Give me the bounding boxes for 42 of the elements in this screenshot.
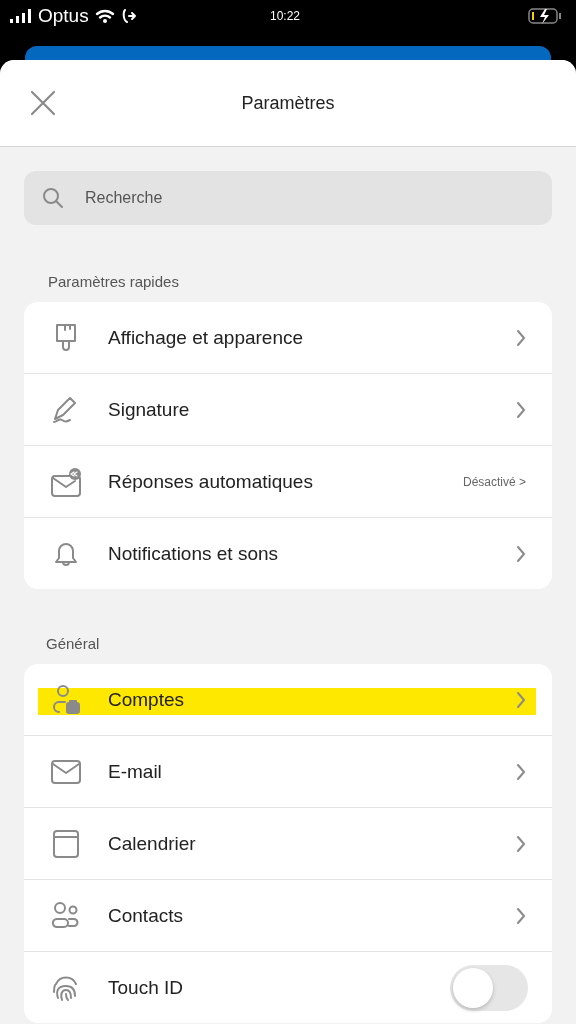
section-header: Paramètres rapides	[47, 272, 180, 292]
chevron-right-icon	[516, 328, 526, 347]
settings-row[interactable]: Notifications et sons	[24, 517, 552, 589]
search-field[interactable]: Recherche	[24, 171, 552, 225]
chevron-right-icon	[516, 690, 526, 709]
chevron-right-icon	[516, 544, 526, 563]
settings-row[interactable]: Calendrier	[24, 807, 552, 879]
carrier-name: Optus	[38, 5, 89, 27]
wifi-icon	[94, 8, 115, 24]
settings-row[interactable]: Affichage et apparence	[24, 302, 552, 373]
settings-row[interactable]: Réponses automatiques Désactivé >	[24, 445, 552, 517]
row-label: Réponses automatiques	[108, 470, 314, 493]
battery-charging-icon	[528, 7, 562, 25]
signal-icon	[10, 9, 32, 23]
section-header: Général	[45, 634, 101, 654]
row-label: Notifications et sons	[108, 542, 280, 565]
settings-row[interactable]: Signature	[24, 373, 552, 445]
sheet-title: Paramètres	[241, 92, 335, 114]
close-icon	[30, 90, 56, 116]
settings-row[interactable]: Contacts	[24, 879, 552, 951]
close-button[interactable]	[30, 90, 56, 116]
toggle-switch[interactable]	[450, 964, 528, 1011]
row-label: Contacts	[108, 904, 184, 927]
row-label: Touch ID	[108, 976, 184, 999]
chevron-right-icon	[516, 762, 526, 781]
calendar-icon	[50, 827, 82, 860]
chevron-right-icon	[516, 400, 526, 419]
row-label: Signature	[108, 398, 191, 421]
row-label: Calendrier	[108, 832, 197, 855]
settings-row[interactable]: Touch ID	[24, 951, 552, 1023]
mail-reply-icon	[50, 465, 82, 498]
clock-time: 10:22	[270, 9, 301, 23]
call-forward-icon	[120, 8, 137, 24]
chevron-right-icon	[516, 834, 526, 853]
row-label: Affichage et apparence	[108, 326, 305, 349]
settings-row[interactable]: Comptes	[24, 664, 552, 735]
status-value: Désactivé >	[462, 474, 526, 489]
row-label: E-mail	[108, 760, 163, 783]
settings-row[interactable]: E-mail	[24, 735, 552, 807]
chevron-right-icon	[516, 906, 526, 925]
account-lock-icon	[50, 683, 82, 716]
row-label: Comptes	[108, 688, 186, 711]
